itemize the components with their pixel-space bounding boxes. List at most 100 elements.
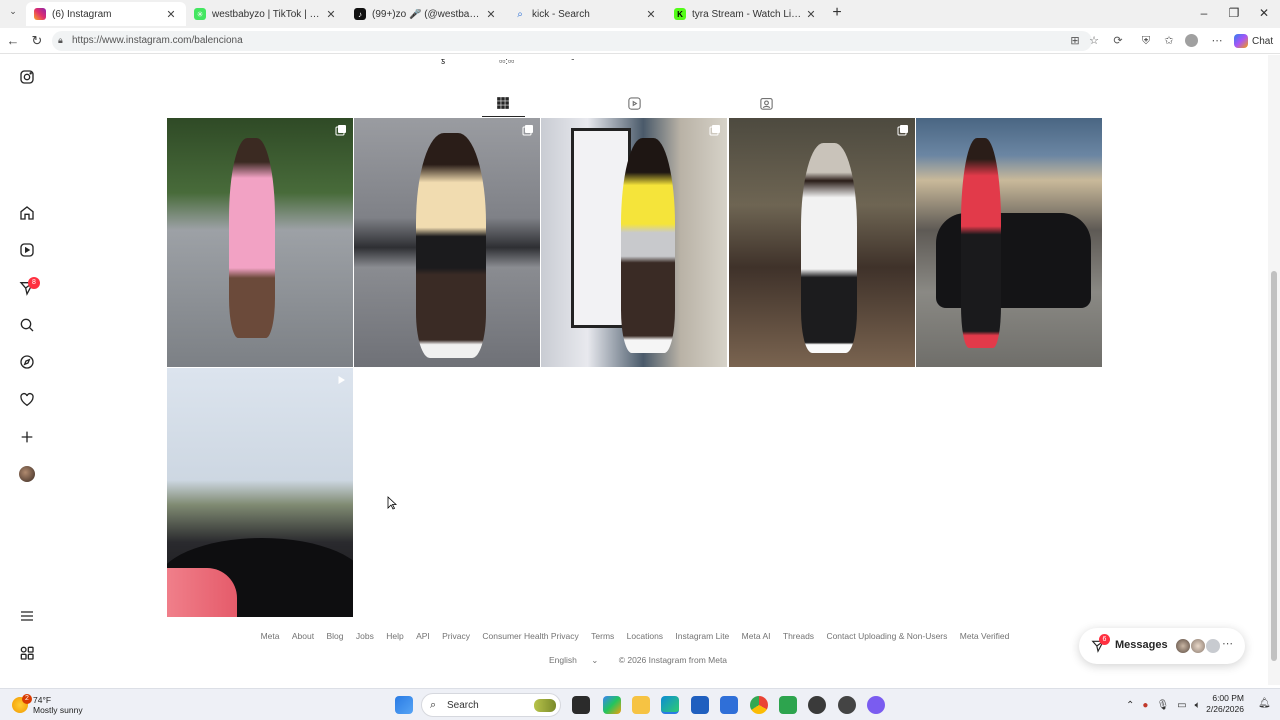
- tab-linktree[interactable]: ✳ westbabyzo | TikTok | Linktree ✕: [186, 2, 346, 26]
- post-thumbnail[interactable]: [354, 118, 540, 367]
- minimize-button[interactable]: –: [1194, 4, 1214, 22]
- instagram-logo-icon[interactable]: [18, 68, 36, 86]
- close-icon[interactable]: ✕: [484, 8, 498, 21]
- app-icon[interactable]: [838, 696, 856, 714]
- tab-label: tyra Stream - Watch Live on Kick: [692, 8, 804, 20]
- post-thumbnail[interactable]: [729, 118, 915, 367]
- search-icon[interactable]: [18, 316, 36, 334]
- restore-button[interactable]: ❐: [1224, 4, 1244, 22]
- extensions-icon[interactable]: ⟳: [1111, 34, 1125, 48]
- close-icon[interactable]: ✕: [324, 8, 338, 21]
- language-select[interactable]: English ⌄: [543, 655, 604, 665]
- back-button[interactable]: ←: [4, 32, 22, 50]
- close-icon[interactable]: ✕: [644, 8, 658, 21]
- home-icon[interactable]: [18, 204, 36, 222]
- microphone-icon[interactable]: 🎙︎: [1156, 700, 1169, 711]
- copilot-chat-button[interactable]: Chat: [1234, 32, 1273, 50]
- footer-link[interactable]: Instagram Lite: [675, 631, 729, 641]
- footer-link[interactable]: Meta: [261, 631, 280, 641]
- page-scrollbar[interactable]: [1268, 55, 1280, 685]
- tab-tiktok[interactable]: ♪ (99+)zo 🎤 (@westbabyzo) | TikTo ✕: [346, 2, 506, 26]
- app-icon[interactable]: [808, 696, 826, 714]
- reels-icon[interactable]: [18, 241, 36, 259]
- weather-sun-icon: 2: [12, 694, 32, 713]
- carousel-icon: [522, 125, 533, 136]
- profile-avatar[interactable]: [18, 465, 36, 483]
- discord-icon[interactable]: [867, 696, 885, 714]
- display-icon[interactable]: ▭: [1177, 700, 1186, 711]
- chevron-up-icon[interactable]: ⌃: [1126, 700, 1134, 711]
- tagged-tab[interactable]: [758, 94, 774, 112]
- address-bar[interactable]: https://www.instagram.com/balenciona: [52, 31, 1092, 51]
- create-icon[interactable]: [18, 428, 36, 446]
- reels-tab-icon: [627, 96, 641, 110]
- posts-tab[interactable]: [495, 94, 511, 112]
- browser-essentials-icon[interactable]: ⛨: [1139, 34, 1153, 48]
- footer-link[interactable]: API: [416, 631, 430, 641]
- new-tab-button[interactable]: +: [829, 4, 845, 22]
- close-icon[interactable]: ✕: [164, 8, 178, 21]
- notification-bell-icon[interactable]: 🔔︎: [1258, 698, 1271, 709]
- browser-toolbar: ← ↻ https://www.instagram.com/balenciona…: [0, 28, 1280, 54]
- footer-link[interactable]: Privacy: [442, 631, 470, 641]
- tab-label: (6) Instagram: [52, 8, 112, 20]
- tagged-icon: [759, 97, 773, 110]
- task-view-icon[interactable]: [572, 696, 590, 714]
- profile-stat-fragment: ƽ: [441, 56, 446, 66]
- app-available-icon[interactable]: ⊞: [1068, 34, 1082, 48]
- profile-stat-fragment: ᐨ: [571, 56, 575, 66]
- start-windows-icon[interactable]: [395, 696, 413, 714]
- tiktok-favicon-icon: ♪: [354, 8, 366, 20]
- linktree-favicon-icon: ✳: [194, 8, 206, 20]
- tab-kick-search[interactable]: ⌕ kick - Search ✕: [506, 2, 666, 26]
- footer-link[interactable]: Jobs: [356, 631, 374, 641]
- footer-link[interactable]: Threads: [783, 631, 814, 641]
- footer-link[interactable]: Locations: [627, 631, 663, 641]
- footer-link[interactable]: Meta Verified: [960, 631, 1010, 641]
- weather-desc: Mostly sunny: [33, 705, 83, 715]
- more-icon[interactable]: ⋯: [1222, 637, 1233, 650]
- taskbar-search[interactable]: ⌕ Search: [421, 693, 561, 717]
- messages-button[interactable]: 6 Messages ⋯: [1079, 628, 1245, 664]
- footer-link[interactable]: Terms: [591, 631, 614, 641]
- explore-icon[interactable]: [18, 353, 36, 371]
- heart-icon[interactable]: [18, 391, 36, 409]
- store-icon[interactable]: [691, 696, 709, 714]
- close-window-button[interactable]: ✕: [1254, 4, 1274, 22]
- tab-instagram[interactable]: (6) Instagram ✕: [26, 2, 186, 26]
- post-thumbnail[interactable]: [541, 118, 727, 367]
- reels-tab[interactable]: [626, 94, 642, 112]
- more-options-icon[interactable]: ⋯: [1210, 34, 1224, 48]
- taskbar-clock[interactable]: 6:00 PM 2/26/2026: [1200, 693, 1244, 715]
- network-alert-icon[interactable]: ●: [1142, 700, 1148, 711]
- footer-link[interactable]: Meta AI: [742, 631, 771, 641]
- footer-link[interactable]: Help: [386, 631, 403, 641]
- outlook-icon[interactable]: [720, 696, 738, 714]
- menu-icon[interactable]: [18, 607, 36, 625]
- profile-icon[interactable]: [1185, 34, 1199, 48]
- lock-icon[interactable]: 🔒︎: [58, 35, 68, 47]
- post-thumbnail[interactable]: [916, 118, 1102, 367]
- file-explorer-icon[interactable]: [632, 696, 650, 714]
- tab-kick-stream[interactable]: K tyra Stream - Watch Live on Kick ✕: [666, 2, 826, 26]
- footer-link[interactable]: About: [292, 631, 314, 641]
- app-icon[interactable]: [779, 696, 797, 714]
- tab-label: (99+)zo 🎤 (@westbabyzo) | TikTo: [372, 8, 484, 20]
- favorite-star-icon[interactable]: ☆: [1087, 34, 1101, 48]
- chrome-icon[interactable]: [750, 696, 768, 714]
- scrollbar-thumb[interactable]: [1271, 271, 1277, 661]
- refresh-button[interactable]: ↻: [28, 32, 46, 50]
- footer-link[interactable]: Consumer Health Privacy: [482, 631, 578, 641]
- widgets-app-icon[interactable]: [603, 696, 621, 714]
- close-icon[interactable]: ✕: [804, 8, 818, 21]
- tab-list-chevron-icon[interactable]: ⌄: [6, 6, 20, 20]
- footer-bottom: English ⌄ © 2026 Instagram from Meta: [0, 655, 1270, 666]
- carousel-icon: [897, 125, 908, 136]
- favorites-icon[interactable]: ✩: [1162, 34, 1176, 48]
- edge-browser-icon[interactable]: [661, 696, 679, 714]
- footer-link[interactable]: Blog: [326, 631, 343, 641]
- weather-widget[interactable]: 2 74°F Mostly sunny: [12, 692, 83, 718]
- post-thumbnail[interactable]: [167, 368, 353, 617]
- footer-link[interactable]: Contact Uploading & Non-Users: [826, 631, 947, 641]
- post-thumbnail[interactable]: [167, 118, 353, 367]
